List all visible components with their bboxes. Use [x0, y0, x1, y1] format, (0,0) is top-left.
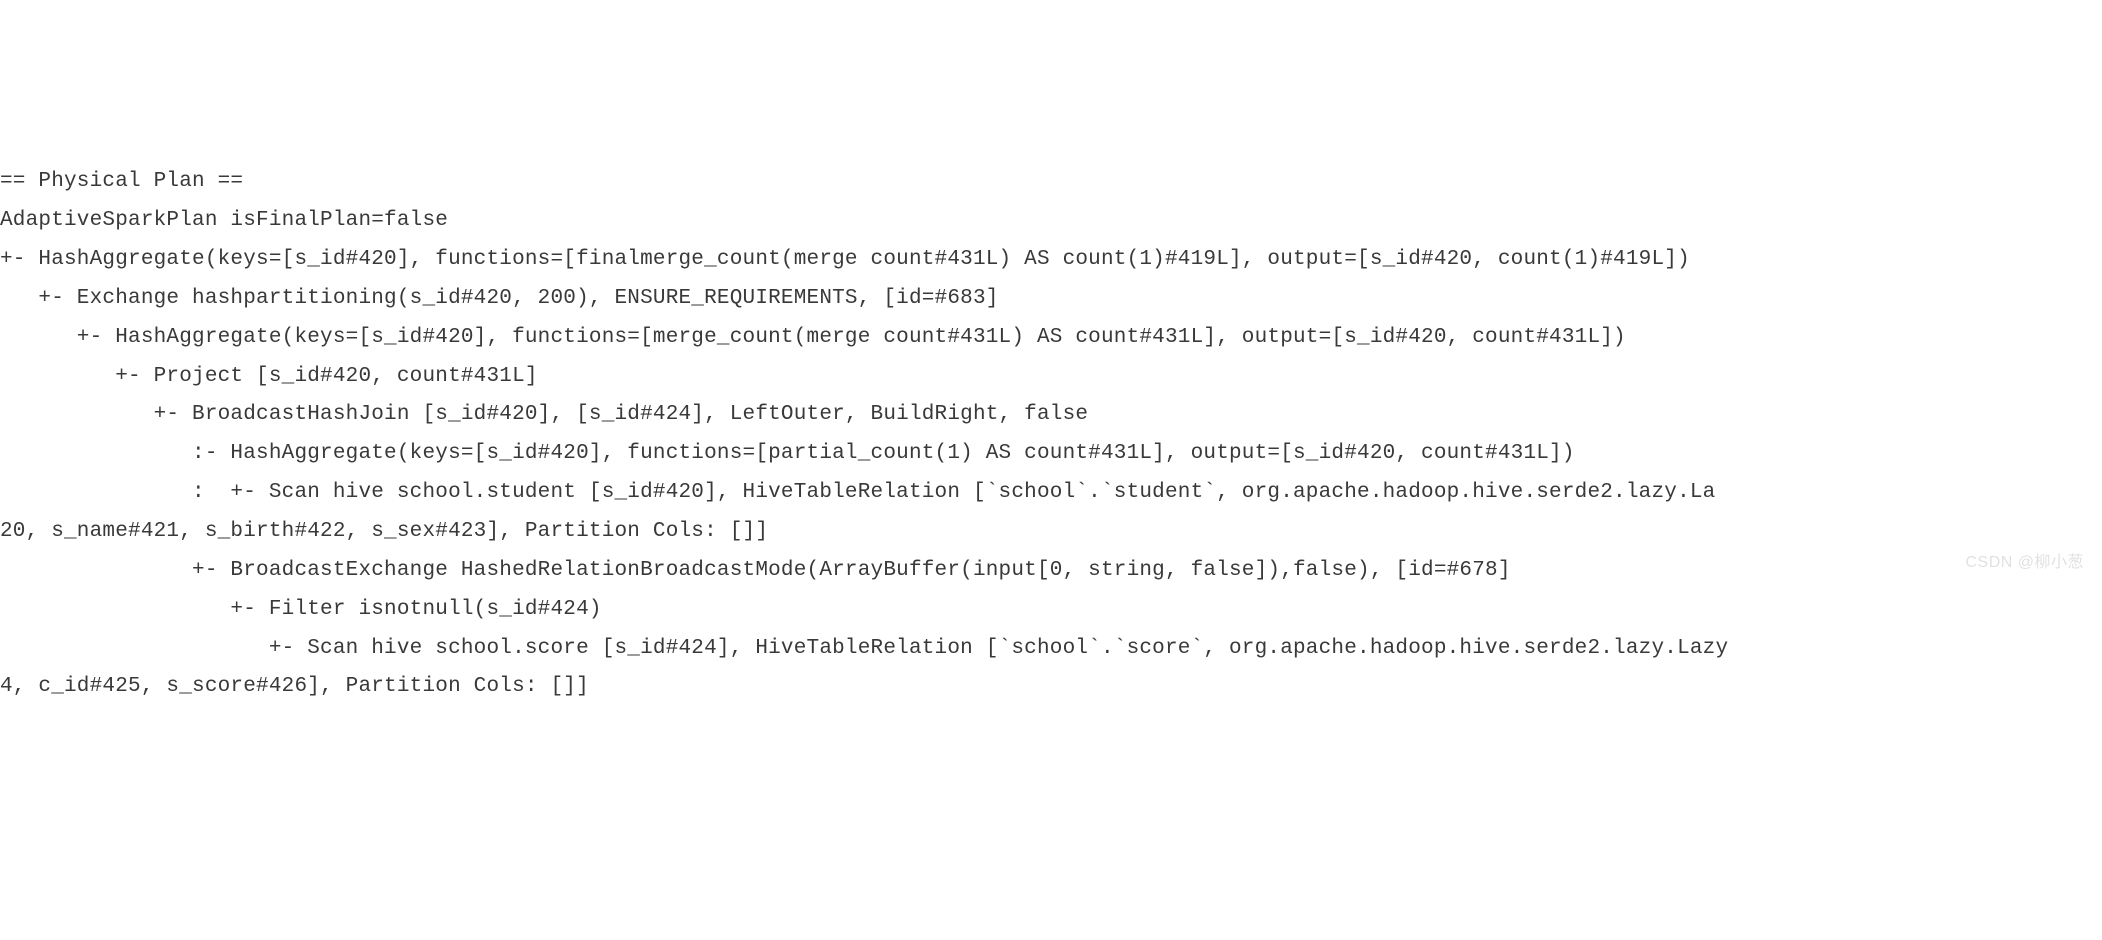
csdn-watermark: CSDN @柳小葱 [1965, 548, 2084, 578]
physical-plan-output: == Physical Plan == AdaptiveSparkPlan is… [0, 163, 2102, 707]
